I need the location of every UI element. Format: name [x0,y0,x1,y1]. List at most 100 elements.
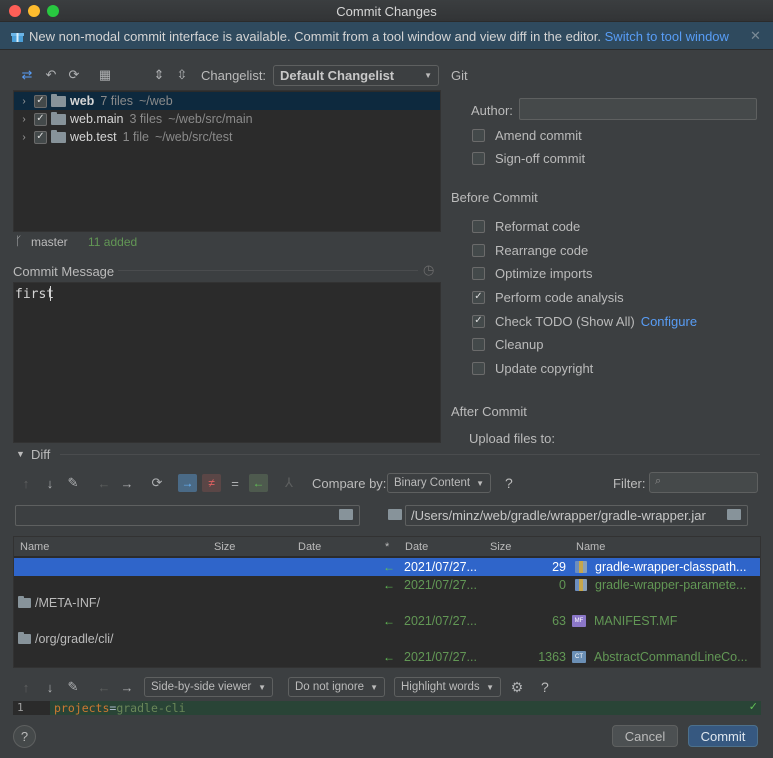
author-input[interactable] [519,98,757,120]
module-name: web.main [70,112,124,126]
arrow-up-icon[interactable]: ↑ [18,679,34,695]
arrow-up-icon[interactable]: ↑ [18,475,34,491]
column-header-size-right[interactable]: Size [484,537,570,556]
arrow-right-icon[interactable]: → [119,679,135,695]
help-icon[interactable]: ? [505,475,513,491]
optimize-imports-checkbox[interactable] [472,266,485,280]
divider [118,270,418,271]
arrow-right-icon[interactable]: → [119,475,135,491]
signoff-commit-option[interactable]: Sign-off commit [472,149,585,167]
option-label: Reformat code [495,218,581,234]
column-header-name[interactable]: Name [14,537,208,556]
gear-icon[interactable]: ⚙ [509,679,525,695]
rearrange-code-option[interactable]: Rearrange code [472,241,588,259]
commit-message-editor[interactable]: first [13,282,441,443]
compare-by-dropdown[interactable]: Binary Content ▼ [387,473,491,493]
chevron-right-icon[interactable]: › [14,132,34,143]
switch-to-tool-window-link[interactable]: Switch to tool window [605,29,729,44]
highlight-dropdown[interactable]: Highlight words ▼ [394,677,501,697]
module-checkbox[interactable]: ✓ [34,94,47,108]
viewer-dropdown[interactable]: Side-by-side viewer ▼ [144,677,273,697]
reformat-code-checkbox[interactable] [472,219,485,233]
row-name: gradle-wrapper-paramete... [575,576,746,594]
module-checkbox[interactable]: ✓ [34,130,47,144]
arrow-down-icon[interactable]: ↓ [42,679,58,695]
table-row[interactable]: /org/gradle/cli/ [14,630,760,648]
filter-input[interactable]: ⌕ [649,472,758,493]
configure-link[interactable]: Configure [641,314,697,329]
git-section-title: Git [451,68,468,83]
tree-row-web[interactable]: › ✓ web 7 files ~/web [14,92,440,110]
history-icon[interactable]: ◷ [423,262,434,278]
update-copyright-checkbox[interactable] [472,361,485,375]
module-checkbox[interactable]: ✓ [34,112,47,126]
chevron-right-icon[interactable]: › [14,96,34,107]
commit-message-text[interactable]: first [15,287,54,302]
arrow-down-icon[interactable]: ↓ [42,475,58,491]
expand-all-icon[interactable]: ⇕ [151,67,167,83]
refresh-icon[interactable]: ⟳ [66,67,82,83]
check-todo-checkbox[interactable]: ✓ [472,314,485,328]
browse-folder-icon[interactable] [339,509,353,520]
amend-commit-option[interactable]: Amend commit [472,126,582,144]
diff-content[interactable]: 1 projects=gradle-cli ✓ [13,701,761,715]
column-header-date-right[interactable]: Date [399,537,484,556]
changes-tree[interactable]: › ✓ web 7 files ~/web › ✓ web.main 3 fil… [13,90,441,232]
left-path-input[interactable] [15,505,360,526]
refresh-icon[interactable]: ⟳ [149,475,165,491]
signoff-commit-checkbox[interactable] [472,151,485,165]
cleanup-option[interactable]: Cleanup [472,335,543,353]
show-new-icon[interactable]: → [178,474,197,492]
collapse-diff-icon[interactable]: ▼ [16,449,25,459]
arrow-left-icon[interactable]: ← [96,475,112,491]
cancel-button[interactable]: Cancel [612,725,678,747]
table-row[interactable]: /META-INF/ [14,594,760,612]
chevron-down-icon: ▼ [476,478,484,488]
chevron-right-icon[interactable]: › [14,114,34,125]
edit-icon[interactable]: ✎ [65,475,81,491]
group-by-icon[interactable]: ▦ [97,67,113,83]
show-equal-icon[interactable]: = [227,475,243,491]
help-icon[interactable]: ? [541,679,549,695]
help-button[interactable]: ? [13,725,36,748]
show-deleted-icon[interactable]: ← [249,474,268,492]
changelist-dropdown[interactable]: Default Changelist ▼ [273,65,439,86]
right-path-input[interactable]: /Users/minz/web/gradle/wrapper/gradle-wr… [405,505,748,526]
table-row[interactable]: ← 2021/07/27... 1363 CT AbstractCommandLi… [14,648,760,666]
show-diff-icon[interactable]: ⇄ [19,67,35,83]
optimize-imports-option[interactable]: Optimize imports [472,264,593,282]
commit-button[interactable]: Commit [688,725,758,747]
amend-commit-checkbox[interactable] [472,128,485,142]
update-copyright-option[interactable]: Update copyright [472,359,593,377]
table-row[interactable]: ← 2021/07/27... 63 MF MANIFEST.MF [14,612,760,630]
rollback-icon[interactable]: ↶ [43,67,59,83]
column-header-status[interactable]: * [378,537,399,556]
column-header-name-right[interactable]: Name [570,537,760,556]
table-row[interactable]: ← 2021/07/27... 29 gradle-wrapper-classp… [14,558,760,576]
check-todo-option[interactable]: ✓ Check TODO (Show All) Configure [472,312,697,330]
arrow-left-icon: ← [383,650,395,664]
edit-icon[interactable]: ✎ [65,679,81,695]
tree-row-web-main[interactable]: › ✓ web.main 3 files ~/web/src/main [14,110,440,128]
browse-folder-icon[interactable] [727,509,741,520]
diff-table[interactable]: Name Size Date * Date Size Name ← 2021/0… [13,536,761,668]
close-icon[interactable]: ✕ [750,28,761,44]
row-name: CT AbstractCommandLineCo... [572,648,748,666]
collapse-all-icon[interactable]: ⇳ [174,67,190,83]
show-different-icon[interactable]: ≠ [202,474,221,492]
merge-icon[interactable]: ⅄ [281,475,297,491]
column-header-date[interactable]: Date [292,537,378,556]
cleanup-checkbox[interactable] [472,337,485,351]
branch-icon: ᚴ [15,234,23,248]
tree-row-web-test[interactable]: › ✓ web.test 1 file ~/web/src/test [14,128,440,146]
ignore-dropdown[interactable]: Do not ignore ▼ [288,677,385,697]
row-name: gradle-wrapper-classpath... [575,558,746,576]
rearrange-code-checkbox[interactable] [472,243,485,257]
reformat-code-option[interactable]: Reformat code [472,217,580,235]
arrow-left-icon[interactable]: ← [96,679,112,695]
column-header-size[interactable]: Size [208,537,292,556]
perform-code-analysis-option[interactable]: ✓ Perform code analysis [472,288,624,306]
perform-code-analysis-checkbox[interactable]: ✓ [472,290,485,304]
arrow-left-icon: ← [383,614,395,628]
table-row[interactable]: ← 2021/07/27... 0 gradle-wrapper-paramet… [14,576,760,594]
